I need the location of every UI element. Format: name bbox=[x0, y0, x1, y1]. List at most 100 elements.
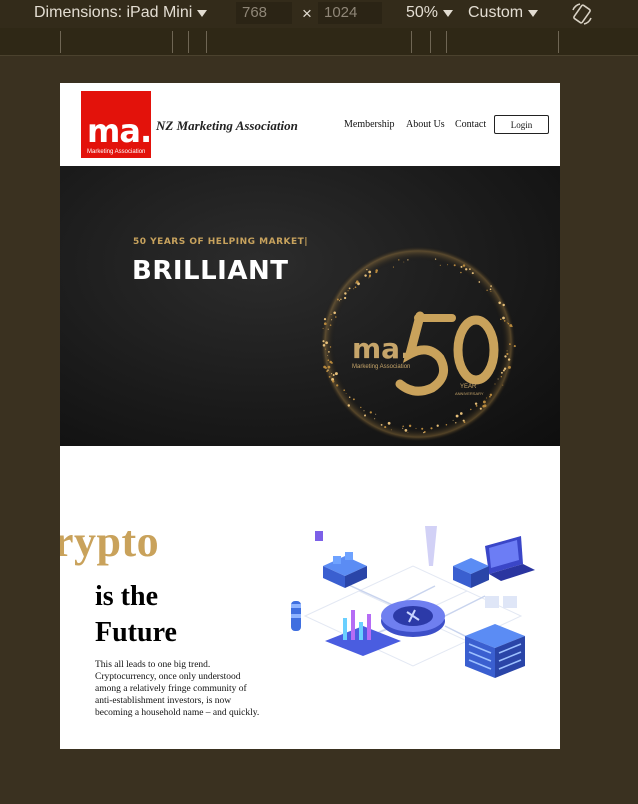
sparkle bbox=[407, 259, 409, 261]
sparkle bbox=[513, 345, 516, 348]
sparkle bbox=[503, 320, 506, 322]
badge-logo-sub: Marketing Association bbox=[352, 364, 410, 370]
sparkle bbox=[344, 292, 347, 295]
sparkle bbox=[482, 400, 486, 404]
logo-subtext: Marketing Association bbox=[87, 149, 146, 155]
sparkle bbox=[423, 431, 425, 434]
width-input[interactable]: 768 bbox=[236, 2, 292, 24]
site-title: NZ Marketing Association bbox=[156, 118, 298, 133]
sparkle bbox=[486, 289, 488, 291]
throttle-selector[interactable]: Custom bbox=[468, 4, 539, 22]
sparkle bbox=[329, 346, 332, 348]
sparkle bbox=[408, 424, 412, 428]
sparkle bbox=[482, 404, 486, 408]
nav-contact[interactable]: Contact bbox=[455, 119, 486, 130]
ruler-tick bbox=[188, 31, 189, 53]
sparkle bbox=[327, 355, 329, 356]
sparkle bbox=[336, 384, 339, 387]
sparkle bbox=[460, 265, 463, 268]
devtools-toolbar: Dimensions: iPad Mini 768 × 1024 50% Cus… bbox=[0, 0, 638, 28]
sparkle bbox=[325, 348, 327, 350]
sparkle bbox=[331, 319, 333, 321]
sparkle bbox=[503, 369, 505, 371]
sparkle bbox=[503, 367, 507, 370]
chevron-down-icon bbox=[528, 10, 539, 17]
sparkle bbox=[506, 350, 508, 352]
sparkle bbox=[343, 389, 346, 392]
sparkle bbox=[329, 324, 332, 326]
login-button[interactable]: Login bbox=[494, 115, 549, 134]
body-paragraph: This all leads to one big trend. Cryptoc… bbox=[95, 660, 260, 718]
ruler-tick bbox=[446, 31, 447, 53]
sparkle bbox=[455, 422, 457, 424]
nav-about-us[interactable]: About Us bbox=[406, 119, 445, 130]
headline-line-1: is the bbox=[95, 581, 158, 612]
site-logo[interactable]: ma. Marketing Association bbox=[81, 91, 152, 158]
media-query-bar bbox=[0, 28, 638, 56]
sparkle bbox=[357, 282, 360, 286]
badge-year: YEAR bbox=[460, 384, 477, 390]
sparkle bbox=[453, 264, 456, 267]
sparkle bbox=[334, 372, 338, 376]
sparkle bbox=[330, 313, 332, 315]
sparkle bbox=[504, 355, 507, 358]
sparkle bbox=[392, 266, 394, 268]
hero-banner: 50 YEARS OF HELPING MARKET| BRILLIANT ma… bbox=[60, 166, 560, 446]
sparkle bbox=[502, 384, 504, 386]
sparkle bbox=[489, 288, 492, 291]
light-beam bbox=[425, 526, 437, 566]
sparkle bbox=[455, 414, 459, 418]
sparkle bbox=[470, 408, 472, 411]
sparkle bbox=[343, 296, 347, 300]
sparkle bbox=[489, 393, 493, 397]
sparkle bbox=[374, 418, 376, 420]
sparkle bbox=[469, 268, 471, 270]
device-viewport: ma. Marketing Association NZ Marketing A… bbox=[60, 83, 560, 749]
chevron-down-icon bbox=[443, 10, 454, 17]
sparkle bbox=[322, 340, 325, 343]
cube-cluster-icon bbox=[315, 531, 367, 588]
sparkle bbox=[328, 351, 330, 353]
height-input[interactable]: 1024 bbox=[318, 2, 382, 24]
sparkle bbox=[340, 298, 342, 301]
sparkle bbox=[402, 427, 404, 429]
sparkle bbox=[502, 316, 505, 320]
crypto-section: rypto is the Future This all leads to on… bbox=[60, 446, 560, 749]
sparkle bbox=[348, 287, 351, 290]
sparkle bbox=[368, 274, 372, 277]
sparkle bbox=[387, 421, 391, 425]
sparkle bbox=[500, 376, 502, 378]
sparkle bbox=[434, 258, 437, 260]
sparkle bbox=[363, 414, 367, 417]
device-selector[interactable]: Dimensions: iPad Mini bbox=[34, 4, 208, 22]
times-sign: × bbox=[302, 4, 312, 23]
sparkle bbox=[421, 427, 424, 430]
sparkle bbox=[347, 404, 351, 407]
zoom-label: 50% bbox=[406, 4, 439, 21]
sparkle bbox=[474, 402, 478, 405]
rotate-icon[interactable] bbox=[569, 1, 595, 27]
sparkle bbox=[375, 413, 377, 415]
sparkle bbox=[489, 395, 491, 398]
sparkle bbox=[398, 259, 400, 261]
sparkle bbox=[322, 327, 324, 329]
sparkle bbox=[348, 396, 351, 398]
sparkle bbox=[323, 318, 327, 321]
sparkle bbox=[430, 427, 433, 430]
chevron-down-icon bbox=[197, 10, 208, 17]
sparkle bbox=[436, 424, 439, 427]
nav-membership[interactable]: Membership bbox=[344, 119, 395, 130]
sparkle bbox=[335, 316, 337, 318]
site-header: ma. Marketing Association NZ Marketing A… bbox=[60, 83, 560, 166]
sparkle bbox=[331, 380, 335, 383]
server-rack-icon bbox=[465, 624, 525, 678]
sparkle bbox=[494, 383, 496, 385]
sparkle bbox=[330, 373, 332, 375]
zoom-selector[interactable]: 50% bbox=[406, 4, 454, 22]
crypto-heading: rypto bbox=[60, 517, 160, 566]
sparkle bbox=[511, 325, 513, 328]
sparkle bbox=[327, 359, 330, 362]
sparkle bbox=[364, 274, 367, 277]
sparkle bbox=[509, 343, 511, 345]
sparkle bbox=[445, 424, 448, 426]
